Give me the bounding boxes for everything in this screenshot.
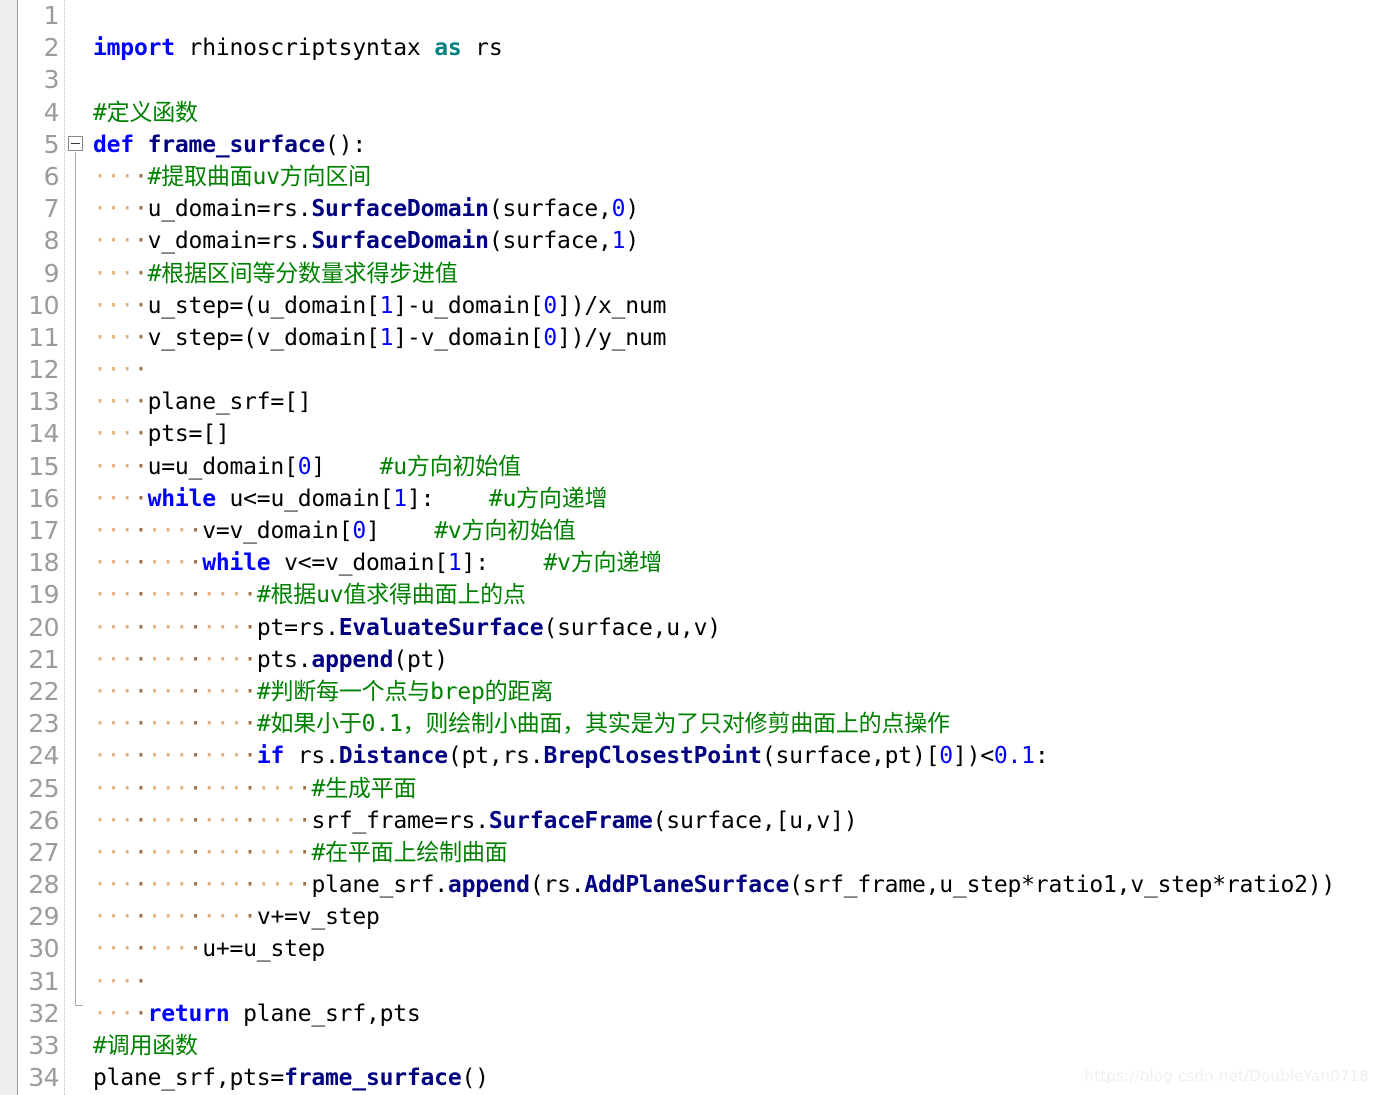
line-number: 9 xyxy=(43,258,60,288)
code-line[interactable]: #定义函数 xyxy=(93,97,1383,129)
code-line[interactable]: ····pts=[] xyxy=(93,418,1383,450)
line-number: 5 xyxy=(43,129,60,159)
editor-margin-strip xyxy=(0,0,18,1095)
code-line[interactable]: ····v_step=(v_domain[1]-v_domain[0])/y_n… xyxy=(93,322,1383,354)
code-line[interactable]: ····return plane_srf,pts xyxy=(93,998,1383,1030)
line-number: 34 xyxy=(28,1063,59,1093)
line-number: 18 xyxy=(28,548,59,578)
line-number: 7 xyxy=(43,194,60,224)
code-line[interactable]: ············pt=rs.EvaluateSurface(surfac… xyxy=(93,612,1383,644)
line-number: 23 xyxy=(28,709,59,739)
code-line[interactable]: ····u_step=(u_domain[1]-u_domain[0])/x_n… xyxy=(93,290,1383,322)
code-line[interactable]: ···· xyxy=(93,966,1383,998)
line-number: 33 xyxy=(28,1031,59,1060)
code-line[interactable]: ················srf_frame=rs.SurfaceFram… xyxy=(93,805,1383,837)
line-number: 22 xyxy=(28,676,59,706)
line-number: 15 xyxy=(28,451,59,481)
line-number: 28 xyxy=(28,870,59,900)
fold-region-end-marker xyxy=(75,1005,83,1006)
line-number: 13 xyxy=(28,387,59,417)
line-number: 25 xyxy=(28,773,59,803)
line-number: 8 xyxy=(43,226,60,256)
code-line[interactable]: ····while u<=u_domain[1]: #u方向递增 xyxy=(93,483,1383,515)
code-editor[interactable]: 1 2 3 4 5 6 7 8 9 10 11 12 13 14 15 16 1… xyxy=(0,0,1383,1095)
code-line[interactable]: ····u_domain=rs.SurfaceDomain(surface,0) xyxy=(93,193,1383,225)
code-line[interactable] xyxy=(93,0,1383,32)
code-line[interactable]: ············#如果小于0.1，则绘制小曲面，其实是为了只对修剪曲面上… xyxy=(93,708,1383,740)
code-line[interactable] xyxy=(93,64,1383,96)
line-number: 32 xyxy=(28,998,59,1028)
code-line[interactable]: ········u+=u_step xyxy=(93,933,1383,965)
line-number: 21 xyxy=(28,644,59,674)
code-line[interactable]: ····#提取曲面uv方向区间 xyxy=(93,161,1383,193)
code-line[interactable]: ················plane_srf.append(rs.AddP… xyxy=(93,869,1383,901)
code-line[interactable]: ········v=v_domain[0] #v方向初始值 xyxy=(93,515,1383,547)
line-number: 6 xyxy=(43,161,60,191)
line-number: 2 xyxy=(43,33,60,63)
code-line[interactable]: ············#根据uv值求得曲面上的点 xyxy=(93,579,1383,611)
code-line[interactable]: ····u=u_domain[0] #u方向初始值 xyxy=(93,451,1383,483)
code-line[interactable]: ············pts.append(pt) xyxy=(93,644,1383,676)
line-number: 10 xyxy=(28,290,59,320)
line-number-gutter: 1 2 3 4 5 6 7 8 9 10 11 12 13 14 15 16 1… xyxy=(18,0,65,1095)
code-line[interactable]: ···· xyxy=(93,354,1383,386)
line-number: 3 xyxy=(43,65,60,95)
line-number: 26 xyxy=(28,805,59,835)
line-number: 14 xyxy=(28,419,59,449)
line-number: 19 xyxy=(28,580,59,610)
line-number: 12 xyxy=(28,355,59,385)
line-number: 16 xyxy=(28,483,59,513)
line-number: 24 xyxy=(28,741,59,771)
fold-collapse-icon[interactable] xyxy=(68,136,83,151)
line-number: 29 xyxy=(28,902,59,932)
code-line[interactable]: ················#在平面上绘制曲面 xyxy=(93,837,1383,869)
line-number: 11 xyxy=(28,322,59,352)
line-number: 17 xyxy=(28,516,59,545)
fold-region-line xyxy=(75,152,76,1005)
code-content[interactable]: import rhinoscriptsyntax as rs #定义函数 def… xyxy=(85,0,1383,1095)
code-line[interactable]: #调用函数 xyxy=(93,1030,1383,1062)
line-number: 1 xyxy=(43,1,60,30)
code-line[interactable]: ····v_domain=rs.SurfaceDomain(surface,1) xyxy=(93,225,1383,257)
code-line[interactable]: ····#根据区间等分数量求得步进值 xyxy=(93,258,1383,290)
code-line[interactable]: ············v+=v_step xyxy=(93,901,1383,933)
code-line[interactable]: ················#生成平面 xyxy=(93,773,1383,805)
code-line[interactable]: import rhinoscriptsyntax as rs xyxy=(93,32,1383,64)
line-number: 31 xyxy=(28,966,59,996)
code-line[interactable]: ············#判断每一个点与brep的距离 xyxy=(93,676,1383,708)
code-line[interactable]: ····plane_srf=[] xyxy=(93,386,1383,418)
watermark-text: https://blog.csdn.net/DoubleYan0718 xyxy=(1084,1067,1369,1085)
code-line[interactable]: ········while v<=v_domain[1]: #v方向递增 xyxy=(93,547,1383,579)
line-number: 20 xyxy=(28,612,59,642)
line-number: 27 xyxy=(28,837,59,867)
line-number: 4 xyxy=(43,97,60,127)
code-line[interactable]: ············if rs.Distance(pt,rs.BrepClo… xyxy=(93,740,1383,772)
code-fold-column[interactable] xyxy=(65,0,85,1095)
line-number: 30 xyxy=(28,934,59,964)
code-line[interactable]: def frame_surface(): xyxy=(93,129,1383,161)
